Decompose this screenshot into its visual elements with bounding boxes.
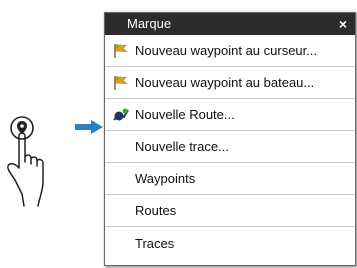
menu-item-traces[interactable]: Traces bbox=[105, 227, 355, 259]
right-arrow-icon bbox=[75, 120, 103, 134]
menu-item-label: Routes bbox=[135, 203, 177, 218]
close-icon[interactable]: × bbox=[339, 13, 347, 35]
menu-item-new-route[interactable]: Nouvelle Route... bbox=[105, 99, 355, 131]
context-menu: Marque × Nouveau waypoint au curseur... … bbox=[104, 12, 356, 266]
menu-header: Marque × bbox=[105, 13, 355, 35]
menu-item-waypoints[interactable]: Waypoints bbox=[105, 163, 355, 195]
hand-tap-icon bbox=[7, 116, 44, 207]
menu-item-new-waypoint-cursor[interactable]: Nouveau waypoint au curseur... bbox=[105, 35, 355, 67]
menu-item-routes[interactable]: Routes bbox=[105, 195, 355, 227]
menu-item-label: Nouvelle Route... bbox=[135, 107, 235, 122]
menu-item-new-waypoint-boat[interactable]: Nouveau waypoint au bateau... bbox=[105, 67, 355, 99]
menu-title: Marque bbox=[127, 16, 172, 31]
menu-item-new-trail[interactable]: Nouvelle trace... bbox=[105, 131, 355, 163]
menu-item-label: Nouveau waypoint au bateau... bbox=[135, 75, 315, 90]
flag-icon bbox=[114, 43, 128, 58]
flag-icon bbox=[114, 75, 128, 90]
route-icon bbox=[113, 108, 129, 121]
menu-item-label: Waypoints bbox=[135, 171, 196, 186]
menu-item-label: Nouvelle trace... bbox=[135, 139, 229, 154]
menu-item-label: Traces bbox=[135, 235, 175, 251]
menu-item-label: Nouveau waypoint au curseur... bbox=[135, 43, 318, 58]
